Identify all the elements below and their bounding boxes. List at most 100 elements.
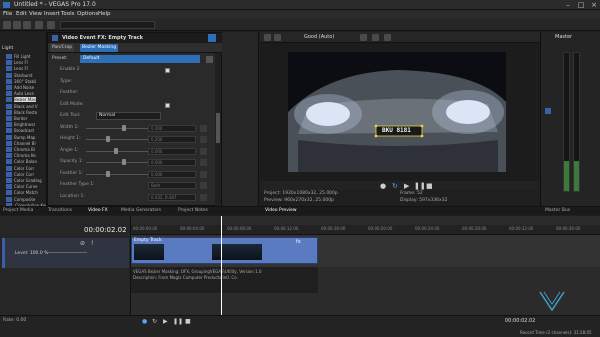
menu-options[interactable]: Options (77, 11, 98, 17)
tree-item[interactable]: Chroma Bl (14, 147, 35, 152)
clip-fx-icon[interactable]: fx (296, 239, 301, 245)
stop-icon[interactable]: ■ (426, 182, 433, 190)
keyframe-icon[interactable] (200, 159, 207, 166)
play-icon[interactable]: ▶ (404, 182, 409, 190)
tab-transitions[interactable]: Transitions (48, 208, 72, 213)
menu-file[interactable]: File (3, 11, 12, 17)
tree-item[interactable]: Color Grading (14, 178, 42, 183)
keyframe-icon[interactable] (200, 147, 207, 155)
tree-item[interactable]: Color Corr (14, 172, 34, 177)
param-slider[interactable] (86, 124, 156, 131)
tree-item[interactable]: Color Match (14, 190, 38, 195)
param-slider[interactable] (86, 170, 156, 177)
preset-dropdown[interactable]: Default (80, 55, 200, 63)
properties-icon[interactable] (35, 21, 43, 29)
tree-item[interactable]: Black Resto (14, 110, 37, 115)
save-preset-icon[interactable] (206, 56, 213, 63)
tree-item[interactable]: Color Corr (14, 166, 34, 171)
tree-item[interactable]: Chroma Ke (14, 153, 36, 158)
stop-transport-icon[interactable]: ■ (185, 318, 191, 325)
param-value-field[interactable]: Both (148, 182, 196, 189)
menu-edit[interactable]: Edit (16, 11, 27, 17)
tree-item[interactable]: Channel Bl (14, 141, 36, 146)
tree-item[interactable]: Color Balan (14, 159, 37, 164)
chain-pan-crop[interactable]: Pan/Crop (50, 44, 75, 52)
save-icon[interactable] (23, 21, 31, 29)
overlays-icon[interactable] (360, 34, 367, 41)
record-transport-icon[interactable]: ● (142, 318, 147, 325)
loop-icon[interactable]: ↻ (392, 182, 398, 190)
render-icon[interactable] (47, 21, 55, 29)
search-field[interactable] (60, 21, 155, 29)
keyframe-icon[interactable] (200, 170, 207, 178)
record-icon[interactable]: ● (380, 182, 386, 190)
keyframe-icon[interactable] (200, 124, 207, 132)
loop-transport-icon[interactable]: ↻ (152, 318, 157, 325)
tree-item[interactable]: Border (14, 116, 27, 121)
tree-item[interactable]: Fill Light (14, 54, 31, 59)
keyframe-icon[interactable] (200, 182, 207, 189)
playhead[interactable] (221, 216, 222, 315)
pause-transport-icon[interactable]: ❚❚ (173, 318, 183, 325)
tree-item[interactable]: Composite (14, 197, 35, 202)
solo-icon[interactable]: ! (91, 240, 93, 247)
new-icon[interactable] (3, 21, 11, 29)
param-value-field[interactable]: 0.000 (148, 159, 196, 166)
param-checkbox[interactable] (165, 68, 170, 73)
video-clip[interactable]: Empty Track fx (131, 237, 318, 264)
tree-item[interactable]: Add Noise (14, 85, 34, 90)
menu-insert[interactable]: Insert (44, 11, 60, 17)
param-checkbox[interactable] (165, 102, 170, 108)
tree-item[interactable]: Black and V (14, 104, 38, 109)
chain-bezier-masking[interactable]: Bezier Masking (80, 44, 119, 52)
tree-item[interactable]: Color Curve (14, 184, 38, 189)
param-value-field[interactable]: 0.000 (148, 170, 196, 178)
tab-project-media[interactable]: Project Media (3, 208, 33, 213)
tree-item[interactable]: Starburst (14, 73, 33, 78)
menu-view[interactable]: View (29, 11, 42, 17)
close-icon[interactable]: × (588, 0, 600, 10)
preview-quality[interactable]: Good (Auto) (304, 34, 334, 40)
param-slider[interactable] (86, 159, 156, 165)
pause-icon[interactable]: ❚❚ (414, 182, 426, 190)
master-fx-icon[interactable] (545, 108, 551, 114)
play-transport-icon[interactable]: ▶ (163, 318, 168, 325)
tree-item[interactable]: Auto Leve (14, 91, 34, 96)
param-value-field[interactable]: 0.432, 0.487 (148, 193, 196, 201)
tree-item[interactable]: Brightness (14, 122, 35, 127)
tree-item[interactable]: Bump Map (14, 135, 35, 140)
video-track-header[interactable]: Level: 100.0 % ⊘ ! (2, 238, 129, 268)
tree-item[interactable]: Lens Fl (14, 66, 28, 71)
menu-tools[interactable]: Tools (61, 11, 75, 17)
maximize-icon[interactable]: □ (575, 0, 587, 10)
split-screen-icon[interactable] (274, 34, 281, 41)
param-slider[interactable] (86, 147, 156, 154)
keyframe-icon[interactable] (200, 136, 207, 143)
minimize-icon[interactable]: – (562, 0, 574, 10)
tab-video-preview[interactable]: Video Preview (265, 208, 297, 213)
time-ruler[interactable]: 00:00:00:00 00:00:04:00 00:00:08:00 00:00:1… (131, 225, 600, 235)
tab-project-notes[interactable]: Project Notes (178, 208, 208, 213)
fx-pin-icon[interactable] (208, 34, 216, 42)
param-slider[interactable] (86, 136, 156, 142)
save-snapshot-icon[interactable] (384, 34, 391, 41)
tree-root[interactable]: Light (2, 46, 13, 51)
tree-item[interactable]: Lens Fl (14, 60, 28, 65)
param-value-field[interactable]: 0.200 (148, 136, 196, 143)
open-icon[interactable] (13, 21, 21, 29)
tree-item[interactable]: 360° Stabil (14, 79, 36, 84)
preview-settings-icon[interactable] (264, 34, 271, 41)
tree-item[interactable]: Bezier Mas (14, 97, 36, 103)
tab-master-bus[interactable]: Master Bus (545, 208, 570, 213)
level-slider[interactable] (47, 252, 87, 253)
menu-help[interactable]: Help (98, 11, 111, 17)
tab-video-fx[interactable]: Video FX (88, 208, 108, 213)
param-value-field[interactable]: 0.200 (148, 124, 196, 132)
tab-media-generators[interactable]: Media Generators (121, 208, 161, 213)
param-value-field[interactable]: 0.000 (148, 147, 196, 155)
keyframe-icon[interactable] (200, 193, 207, 201)
edit-tool-dropdown[interactable]: Normal (96, 112, 161, 120)
mute-icon[interactable]: ⊘ (80, 240, 85, 247)
tree-item[interactable]: Broadcast (14, 128, 34, 133)
copy-snapshot-icon[interactable] (372, 34, 379, 41)
